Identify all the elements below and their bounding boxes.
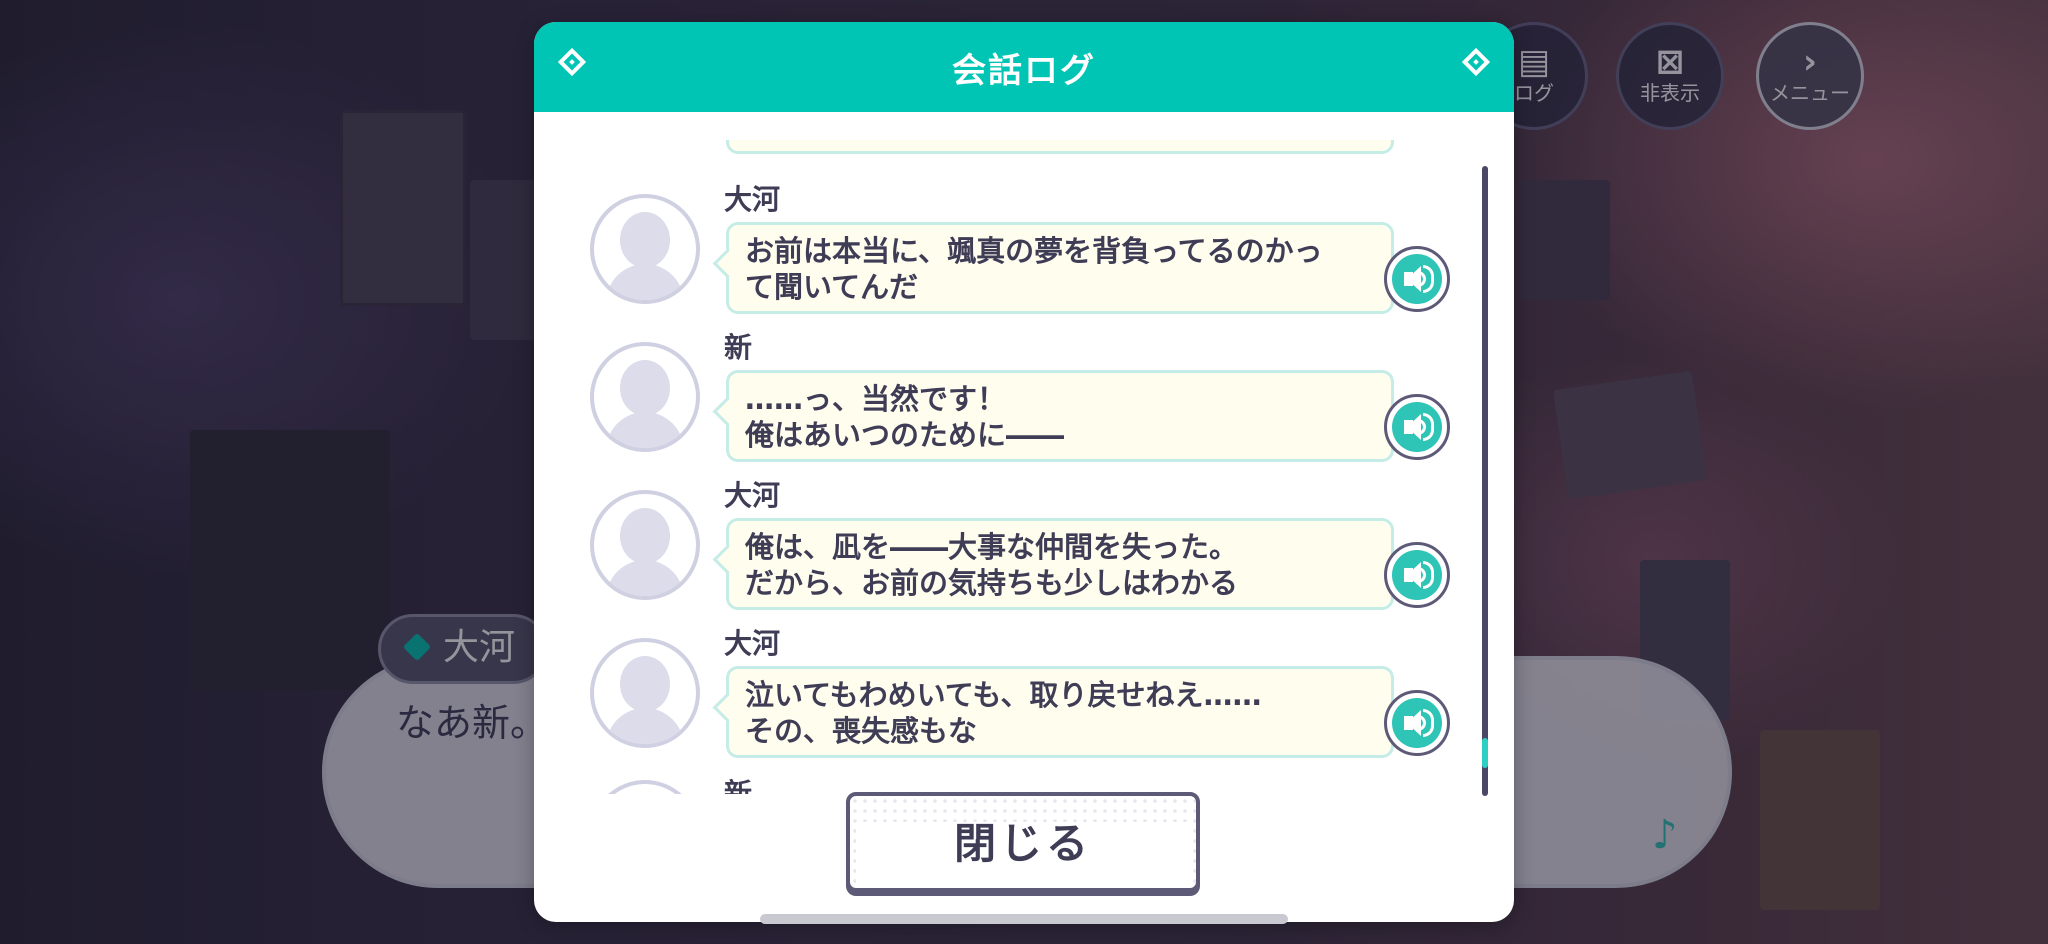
log-speaker: 新 (724, 331, 753, 364)
log-bubble: 俺は、凪を――大事な仲間を失った。 だから、お前の気持ちも少しはわかる (726, 518, 1394, 610)
avatar (590, 342, 700, 452)
voice-play-button[interactable] (1384, 690, 1450, 756)
avatar (590, 638, 700, 748)
log-text: お前は本当に、颯真の夢を背負ってるのかっ て聞いてんだ (745, 234, 1323, 304)
log-entry: 大河 泣いてもわめいても、取り戻せねえ…… その、喪失感もな (534, 626, 1514, 774)
speaker-icon (1392, 254, 1442, 304)
speaker-icon (1392, 402, 1442, 452)
log-speaker: 大河 (724, 183, 781, 216)
voice-play-button[interactable] (1384, 542, 1450, 608)
avatar (590, 194, 700, 304)
log-text: ……っ、当然です！ 俺はあいつのために―― (745, 382, 1065, 452)
log-text: 俺は、凪を――大事な仲間を失った。 だから、お前の気持ちも少しはわかる (745, 530, 1239, 600)
log-text: 泣いてもわめいても、取り戻せねえ…… その、喪失感もな (745, 678, 1262, 748)
home-indicator[interactable] (760, 914, 1288, 924)
log-entry: 新 ……っ、当然です！ 俺はあいつのために―― (534, 330, 1514, 478)
log-entry: 大河 お前は本当に、颯真の夢を背負ってるのかっ て聞いてんだ (534, 182, 1514, 330)
log-bubble-partial (726, 140, 1394, 154)
log-list[interactable]: 大河 お前は本当に、颯真の夢を背負ってるのかっ て聞いてんだ 新 ……っ、当然で… (534, 140, 1514, 794)
close-button-label: 閉じる (953, 819, 1092, 868)
log-bubble: 泣いてもわめいても、取り戻せねえ…… その、喪失感もな (726, 666, 1394, 758)
log-speaker: 新 (724, 777, 753, 794)
log-speaker: 大河 (724, 479, 781, 512)
scrollbar-thumb[interactable] (1482, 738, 1488, 768)
voice-play-button[interactable] (1384, 394, 1450, 460)
scrollbar-track[interactable] (1482, 166, 1488, 796)
log-bubble: ……っ、当然です！ 俺はあいつのために―― (726, 370, 1394, 462)
log-entry: 大河 俺は、凪を――大事な仲間を失った。 だから、お前の気持ちも少しはわかる (534, 478, 1514, 626)
close-button[interactable]: 閉じる (846, 792, 1200, 892)
dialog-title: 会話ログ (952, 51, 1096, 91)
game-screen[interactable]: ▤ ログ ⊠ 非表示 › メニュー 大河 なあ新。 ♪ 会話ログ 大河 お前は本… (0, 0, 2048, 944)
log-speaker: 大河 (724, 627, 781, 660)
speaker-icon (1392, 698, 1442, 748)
avatar (590, 780, 700, 794)
log-bubble: お前は本当に、颯真の夢を背負ってるのかっ て聞いてんだ (726, 222, 1394, 314)
speaker-icon (1392, 550, 1442, 600)
avatar (590, 490, 700, 600)
conversation-log-dialog: 会話ログ 大河 お前は本当に、颯真の夢を背負ってるのかっ て聞いてんだ 新 ……… (534, 22, 1514, 922)
voice-play-button[interactable] (1384, 246, 1450, 312)
dialog-header: 会話ログ (534, 22, 1514, 112)
